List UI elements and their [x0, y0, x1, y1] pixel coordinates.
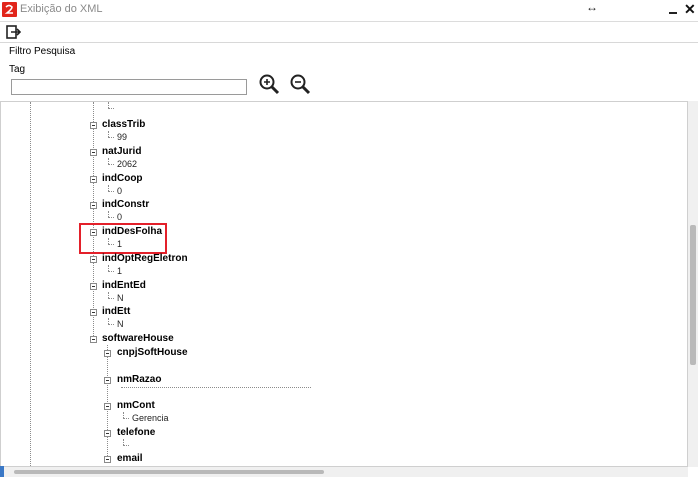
- tree-guide: [108, 164, 114, 165]
- tree-guide: [108, 271, 114, 272]
- collapse-toggle[interactable]: [90, 256, 97, 263]
- tree-node-label[interactable]: indCoop: [102, 173, 143, 184]
- tree-guide: [123, 445, 129, 446]
- tree-guide: [108, 217, 114, 218]
- tag-input[interactable]: [11, 79, 247, 95]
- collapse-toggle[interactable]: [90, 122, 97, 129]
- zoom-out-button[interactable]: [289, 73, 311, 95]
- tree-node-label[interactable]: indEntEd: [102, 280, 146, 291]
- horizontal-scrollbar-thumb[interactable]: [14, 470, 324, 474]
- tree-guide: [108, 191, 114, 192]
- tree-node-label[interactable]: nmCont: [117, 400, 155, 411]
- collapse-toggle[interactable]: [104, 456, 111, 463]
- tree-node-value: 0: [117, 186, 123, 196]
- tree-node-label[interactable]: telefone: [117, 427, 155, 438]
- tree-node-label[interactable]: cnpjSoftHouse: [117, 347, 188, 358]
- close-button[interactable]: ✕: [684, 2, 696, 16]
- resize-cursor-icon: ↔: [586, 0, 598, 14]
- tree-guide: [121, 387, 311, 388]
- vertical-scrollbar-thumb[interactable]: [690, 225, 696, 365]
- collapse-toggle[interactable]: [104, 377, 111, 384]
- collapse-toggle[interactable]: [90, 149, 97, 156]
- exit-icon: [6, 25, 22, 39]
- collapse-toggle[interactable]: [90, 176, 97, 183]
- divider: [0, 42, 698, 43]
- collapse-toggle[interactable]: [104, 403, 111, 410]
- zoom-in-icon: [259, 74, 280, 95]
- tree-guide: [123, 418, 129, 419]
- zoom-out-icon: [290, 74, 311, 95]
- tree-guide: [108, 108, 114, 109]
- divider: [0, 21, 698, 22]
- collapse-toggle[interactable]: [90, 202, 97, 209]
- tree-node-label[interactable]: nmRazao: [117, 374, 161, 385]
- tree-node-value: 1: [117, 266, 123, 276]
- window-title: Exibição do XML: [20, 3, 103, 15]
- tag-label: Tag: [9, 64, 26, 75]
- tree-node-label[interactable]: indConstr: [102, 199, 149, 210]
- tree-node-label[interactable]: classTrib: [102, 119, 145, 130]
- tree-guide: [30, 102, 31, 466]
- collapse-toggle[interactable]: [90, 309, 97, 316]
- tree-guide: [108, 324, 114, 325]
- tree-node-value: N: [117, 293, 124, 303]
- zoom-in-button[interactable]: [258, 73, 280, 95]
- tree-node-value: Gerencia: [132, 413, 169, 423]
- corner-indicator: [0, 466, 4, 477]
- tree-guide: [93, 102, 94, 342]
- collapse-toggle[interactable]: [104, 350, 111, 357]
- filter-section-label: Filtro Pesquisa: [9, 46, 76, 57]
- app-logo-icon: [2, 2, 17, 17]
- tree-node-value: 0: [117, 212, 123, 222]
- tree-node-label[interactable]: indEtt: [102, 306, 130, 317]
- tree-node-label[interactable]: natJurid: [102, 146, 141, 157]
- xml-tree-panel[interactable]: classTrib 99 natJurid 2062 indCoop 0 ind…: [0, 101, 688, 467]
- tree-guide: [108, 137, 114, 138]
- minimize-icon: [669, 12, 677, 14]
- tree-node-label[interactable]: softwareHouse: [102, 333, 174, 344]
- tree-node-label[interactable]: indOptRegEletron: [102, 253, 188, 264]
- highlight-box: [79, 223, 167, 254]
- collapse-toggle[interactable]: [90, 283, 97, 290]
- minimize-button[interactable]: [668, 3, 680, 17]
- collapse-toggle[interactable]: [104, 430, 111, 437]
- tree-guide: [108, 298, 114, 299]
- exit-button[interactable]: [5, 24, 22, 40]
- collapse-toggle[interactable]: [90, 336, 97, 343]
- tree-node-label[interactable]: email: [117, 453, 143, 464]
- tree-node-value: 99: [117, 132, 128, 142]
- tree-node-value: N: [117, 319, 124, 329]
- tree-node-value: 2062: [117, 159, 138, 169]
